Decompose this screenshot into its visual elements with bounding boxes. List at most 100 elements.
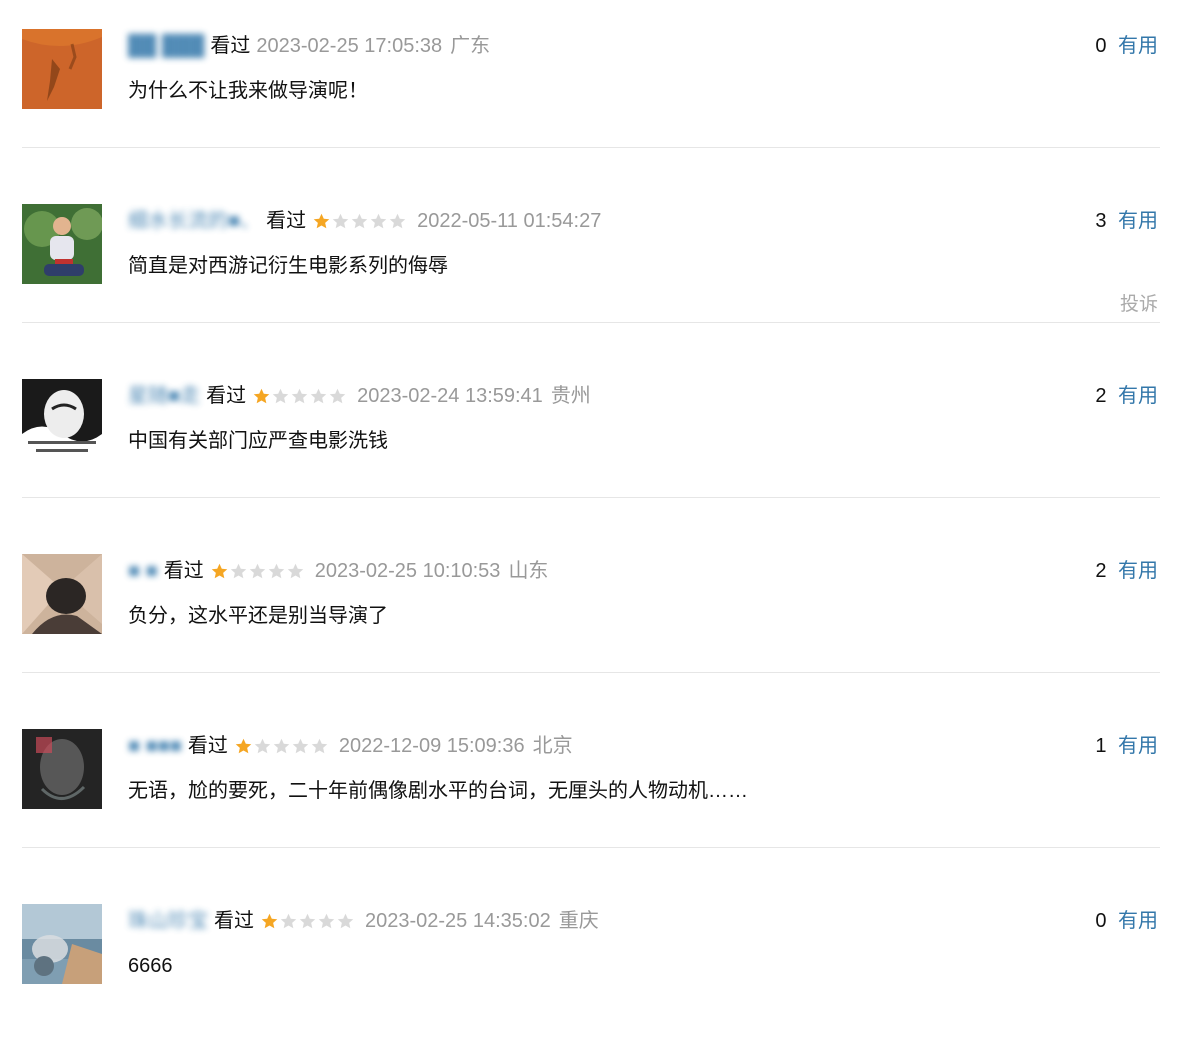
comment-item: 星随■走 看过 2023-02-24 13:59:41 贵州 2 有用 中国有关… [0, 350, 1200, 525]
useful-button[interactable]: 有用 [1118, 560, 1158, 582]
useful-button[interactable]: 有用 [1118, 210, 1158, 232]
comment-region: 北京 [532, 735, 573, 757]
rating-stars [252, 387, 347, 406]
star-empty-icon [311, 738, 328, 753]
avatar[interactable] [22, 29, 102, 109]
rating-stars [234, 737, 329, 756]
divider [22, 847, 1160, 848]
avatar[interactable] [22, 554, 102, 634]
star-empty-icon [329, 388, 346, 403]
comment-meta: 细水长流的■、 看过 2022-05-11 01:54:27 [128, 208, 601, 234]
watched-label: 看过 [266, 210, 307, 232]
comment-text: 中国有关部门应严查电影洗钱 [128, 430, 388, 452]
vote-count: 0 [1095, 35, 1107, 57]
comment-item: ■ ■ 看过 2023-02-25 10:10:53 山东 2 有用 负分，这水… [0, 525, 1200, 700]
comment-region: 山东 [508, 560, 549, 582]
star-empty-icon [292, 738, 309, 753]
vote-area: 2 有用 [1095, 558, 1158, 584]
avatar[interactable] [22, 729, 102, 809]
vote-count: 0 [1095, 910, 1107, 932]
star-filled-icon [253, 388, 270, 403]
username-link[interactable]: 珠山珍宝 [128, 908, 208, 934]
username-link[interactable]: 细水长流的■、 [128, 208, 260, 234]
useful-button[interactable]: 有用 [1118, 385, 1158, 407]
star-empty-icon [332, 213, 349, 228]
watched-label: 看过 [163, 560, 204, 582]
comment-time: 2023-02-25 10:10:53 [314, 560, 501, 582]
comment-list: ██ ███ 看过 2023-02-25 17:05:38 广东 0 有用 为什… [0, 0, 1200, 1050]
username-link[interactable]: ■ ■ [128, 558, 158, 584]
comment-time: 2023-02-24 13:59:41 [357, 385, 543, 407]
comment-meta: 星随■走 看过 2023-02-24 13:59:41 贵州 [128, 383, 591, 409]
comment-region: 广东 [450, 35, 491, 57]
comment-text: 为什么不让我来做导演呢！ [128, 80, 368, 102]
vote-area: 2 有用 [1095, 383, 1158, 409]
divider [22, 672, 1160, 673]
star-empty-icon [291, 388, 308, 403]
avatar[interactable] [22, 379, 102, 459]
useful-button[interactable]: 有用 [1118, 910, 1158, 932]
avatar-image [22, 904, 102, 984]
vote-area: 0 有用 [1095, 33, 1158, 59]
rating-stars [312, 212, 407, 231]
avatar[interactable] [22, 904, 102, 984]
star-filled-icon [235, 738, 252, 753]
vote-area: 1 有用 [1095, 733, 1158, 759]
comment-text: 6666 [128, 955, 173, 977]
comment-text: 简直是对西游记衍生电影系列的侮辱 [128, 255, 448, 277]
star-filled-icon [211, 563, 227, 578]
comment-item: 细水长流的■、 看过 2022-05-11 01:54:27 3 有用 简直是对… [0, 175, 1200, 350]
comment-time: 2022-12-09 15:09:36 [338, 735, 525, 757]
comment-time: 2022-05-11 01:54:27 [417, 210, 602, 232]
avatar-image [22, 554, 102, 634]
vote-count: 2 [1095, 560, 1107, 582]
useful-button[interactable]: 有用 [1118, 735, 1158, 757]
comment-text: 负分，这水平还是别当导演了 [128, 605, 388, 627]
star-empty-icon [310, 388, 327, 403]
star-empty-icon [287, 563, 303, 578]
comment-item: 珠山珍宝 看过 2023-02-25 14:35:02 重庆 0 有用 6666 [0, 875, 1200, 1050]
rating-stars [260, 912, 355, 931]
vote-count: 1 [1095, 735, 1107, 757]
star-empty-icon [280, 913, 297, 928]
watched-label: 看过 [187, 735, 228, 757]
avatar-image [22, 729, 102, 809]
divider [22, 322, 1160, 323]
watched-label: 看过 [210, 35, 251, 57]
comment-item: ■ ■■■ 看过 2022-12-09 15:09:36 北京 1 有用 无语，… [0, 700, 1200, 875]
username-link[interactable]: ██ ███ [128, 33, 204, 59]
star-empty-icon [318, 913, 335, 928]
report-button[interactable]: 投诉 [1120, 289, 1158, 316]
star-filled-icon [261, 913, 278, 928]
comment-item: ██ ███ 看过 2023-02-25 17:05:38 广东 0 有用 为什… [0, 0, 1200, 175]
avatar[interactable] [22, 204, 102, 284]
watched-label: 看过 [206, 385, 247, 407]
avatar-image [22, 379, 102, 459]
divider [22, 147, 1160, 148]
star-empty-icon [273, 738, 290, 753]
comment-time: 2023-02-25 17:05:38 [256, 35, 443, 57]
star-empty-icon [249, 563, 265, 578]
star-empty-icon [370, 213, 387, 228]
star-empty-icon [272, 388, 289, 403]
username-link[interactable]: ■ ■■■ [128, 733, 182, 759]
vote-area: 3 有用 [1095, 208, 1158, 234]
comment-text: 无语，尬的要死，二十年前偶像剧水平的台词，无厘头的人物动机…… [128, 780, 748, 802]
comment-meta: 珠山珍宝 看过 2023-02-25 14:35:02 重庆 [128, 908, 599, 934]
comment-meta: ██ ███ 看过 2023-02-25 17:05:38 广东 [128, 33, 490, 59]
useful-button[interactable]: 有用 [1118, 35, 1158, 57]
star-empty-icon [299, 913, 316, 928]
comment-region: 贵州 [550, 385, 591, 407]
comment-region: 重庆 [558, 910, 599, 932]
star-empty-icon [254, 738, 271, 753]
comment-time: 2023-02-25 14:35:02 [365, 910, 551, 932]
username-link[interactable]: 星随■走 [128, 383, 200, 409]
vote-area: 0 有用 [1095, 908, 1158, 934]
star-empty-icon [351, 213, 368, 228]
vote-count: 3 [1095, 210, 1107, 232]
comment-meta: ■ ■ 看过 2023-02-25 10:10:53 山东 [128, 558, 548, 584]
star-empty-icon [337, 913, 354, 928]
divider [22, 497, 1160, 498]
vote-count: 2 [1095, 385, 1107, 407]
star-empty-icon [268, 563, 284, 578]
